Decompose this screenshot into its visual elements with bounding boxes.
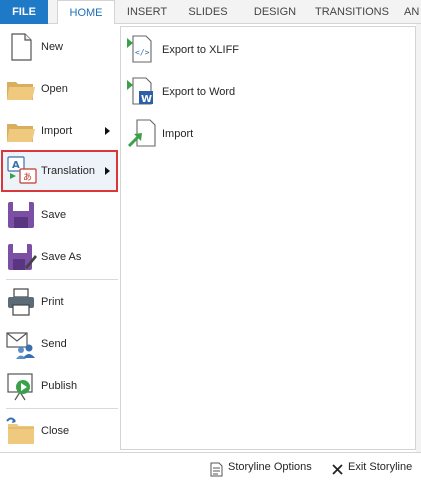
- close-icon: [331, 460, 344, 475]
- submenu-item-export-word[interactable]: W Export to Word: [123, 73, 363, 111]
- publish-icon: [5, 370, 37, 402]
- menu-item-new[interactable]: New: [0, 26, 120, 68]
- menu-item-save[interactable]: Save: [0, 194, 120, 236]
- save-as-icon: [5, 241, 37, 273]
- tab-file[interactable]: FILE: [0, 0, 48, 24]
- menu-item-translation[interactable]: A あ Translation: [1, 150, 118, 192]
- open-folder-icon: [5, 73, 37, 105]
- menu-item-label: Open: [41, 83, 68, 95]
- submenu-item-label: Import: [162, 128, 194, 140]
- menu-item-send[interactable]: Send: [0, 323, 120, 365]
- submenu-arrow-icon: [105, 167, 110, 175]
- print-icon: [5, 286, 37, 318]
- menu-divider: [6, 279, 118, 280]
- save-icon: [5, 199, 37, 231]
- menu-item-save-as[interactable]: Save As: [0, 236, 120, 278]
- menu-item-label: Import: [41, 125, 73, 137]
- submenu-item-label: Export to XLIFF: [162, 44, 240, 56]
- menu-divider: [6, 408, 118, 409]
- menu-item-print[interactable]: Print: [0, 281, 120, 323]
- ribbon-tab-bar: FILE HOME INSERT SLIDES DESIGN TRANSITIO…: [0, 0, 421, 25]
- menu-item-label: Close: [41, 425, 70, 437]
- translation-submenu: </> Export to XLIFF W Export to Word Imp…: [120, 26, 416, 450]
- translation-icon: A あ: [6, 155, 38, 187]
- close-folder-icon: [5, 415, 37, 447]
- menu-item-label: Save As: [41, 251, 82, 263]
- tab-home[interactable]: HOME: [57, 0, 115, 25]
- menu-item-import[interactable]: Import: [0, 110, 120, 152]
- storyline-options-label: Storyline Options: [228, 461, 312, 473]
- menu-item-label: Save: [41, 209, 67, 221]
- menu-item-close[interactable]: Close: [0, 410, 120, 452]
- svg-text:</>: </>: [135, 48, 150, 57]
- submenu-item-import[interactable]: Import: [123, 115, 363, 153]
- options-document-icon: [210, 460, 223, 477]
- import-folder-icon: [5, 115, 37, 147]
- backstage-footer: Storyline Options Exit Storyline: [0, 452, 421, 481]
- import-translation-icon: [125, 118, 159, 150]
- svg-text:A: A: [12, 160, 20, 171]
- tab-animations[interactable]: AN: [404, 0, 421, 24]
- tab-transitions[interactable]: TRANSITIONS: [310, 0, 394, 24]
- menu-item-open[interactable]: Open: [0, 68, 120, 110]
- tab-design[interactable]: DESIGN: [245, 0, 305, 24]
- export-xliff-icon: </>: [125, 34, 159, 66]
- exit-storyline-label: Exit Storyline: [348, 461, 413, 473]
- tab-slides[interactable]: SLIDES: [180, 0, 236, 24]
- export-word-icon: W: [125, 76, 159, 108]
- submenu-item-label: Export to Word: [162, 86, 236, 98]
- submenu-arrow-icon: [105, 127, 110, 135]
- submenu-item-export-xliff[interactable]: </> Export to XLIFF: [123, 31, 363, 69]
- menu-item-label: Publish: [41, 380, 78, 392]
- tab-insert[interactable]: INSERT: [119, 0, 175, 24]
- new-file-icon: [5, 31, 37, 63]
- backstage-edge: [416, 24, 421, 452]
- send-icon: [5, 328, 37, 360]
- svg-text:W: W: [141, 94, 152, 105]
- menu-item-label: New: [41, 41, 64, 53]
- svg-text:あ: あ: [23, 172, 32, 183]
- menu-item-publish[interactable]: Publish: [0, 365, 120, 407]
- file-menu: New Open Import A あ Translation Save Sav…: [0, 24, 120, 452]
- menu-item-label: Send: [41, 338, 67, 350]
- menu-item-label: Translation: [41, 165, 96, 177]
- menu-item-label: Print: [41, 296, 64, 308]
